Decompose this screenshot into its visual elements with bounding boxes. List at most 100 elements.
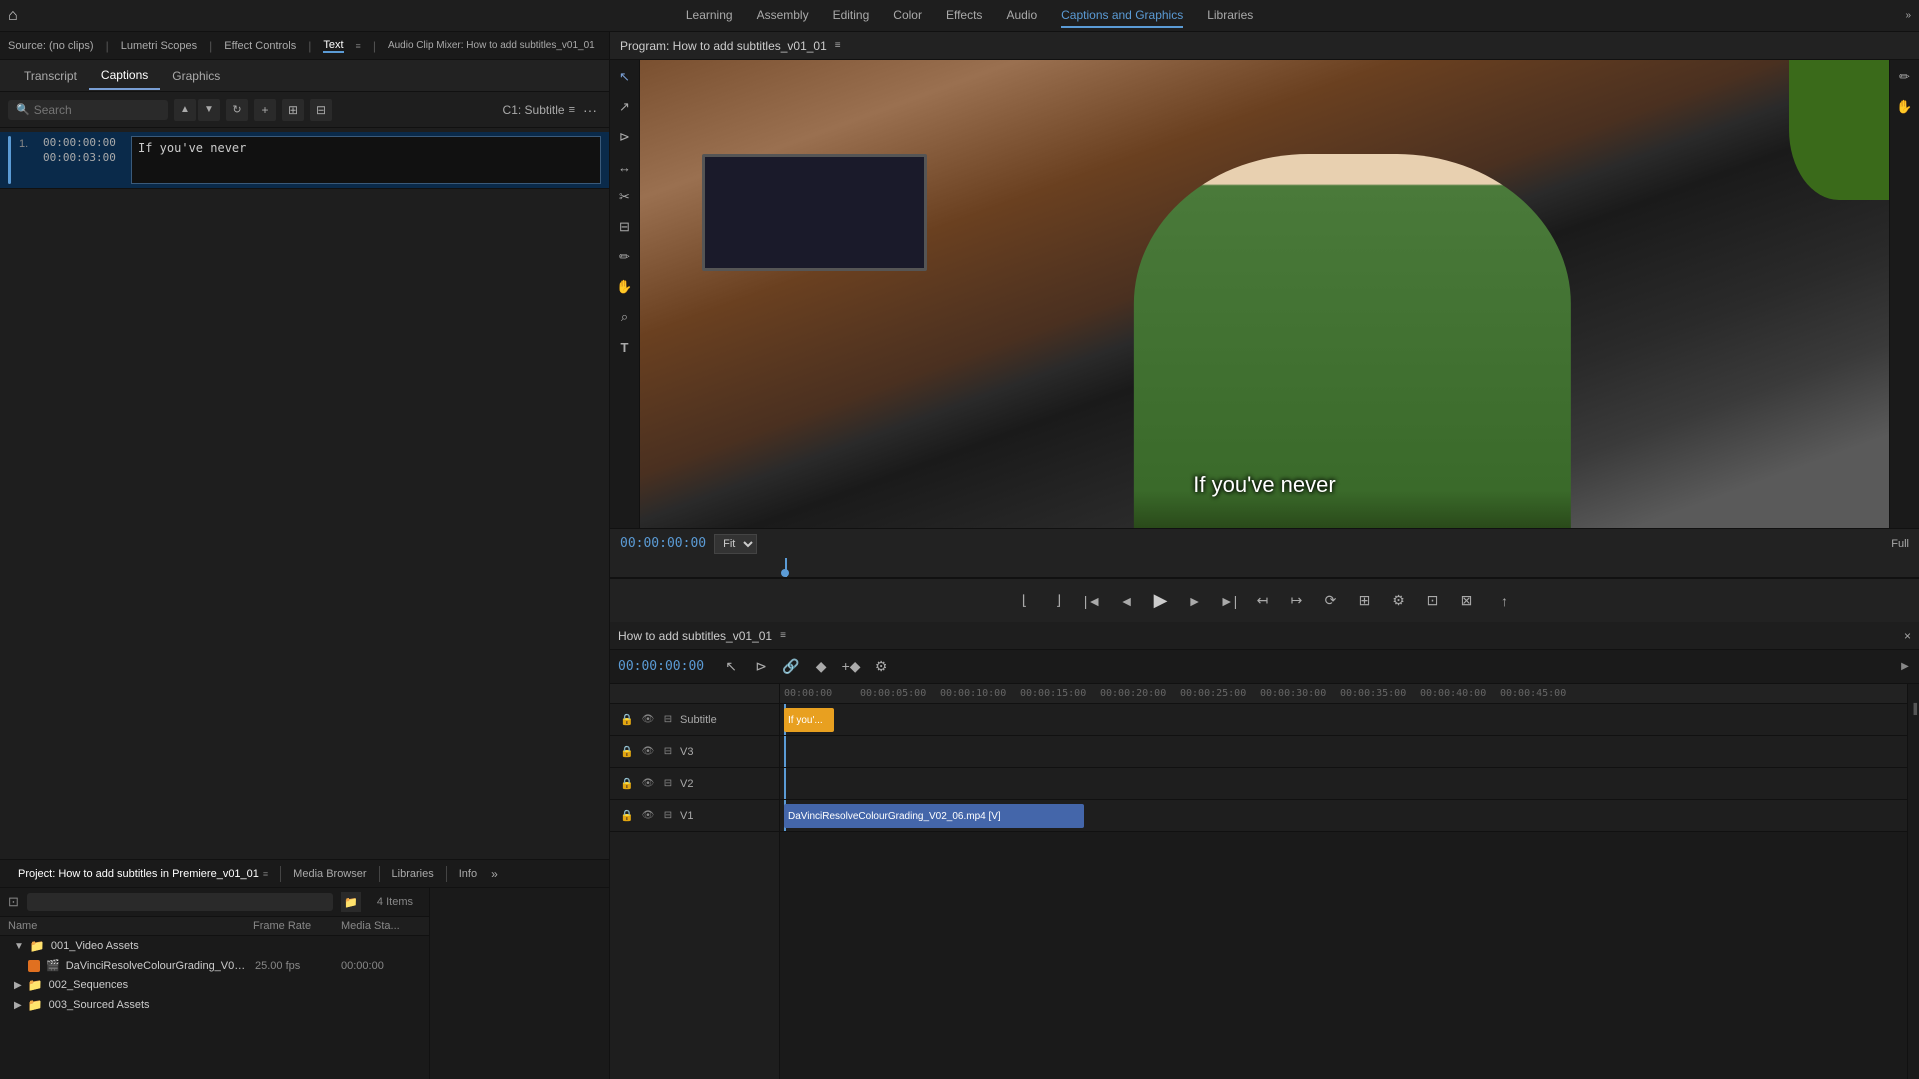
transport-loop[interactable]: ⟳: [1317, 587, 1345, 615]
source-tab-audio-mixer[interactable]: Audio Clip Mixer: How to add subtitles_v…: [388, 40, 595, 51]
track-lock-v3[interactable]: 🔒: [618, 743, 636, 761]
clip-subtitle-1[interactable]: If you'...: [784, 708, 834, 732]
tool-track-select[interactable]: ↗: [612, 94, 638, 120]
source-tab-lumetri[interactable]: Lumetri Scopes: [121, 40, 197, 52]
nav-editing[interactable]: Editing: [833, 4, 870, 28]
folder-001-video-assets[interactable]: ▼ 📁 001_Video Assets: [0, 936, 429, 956]
tl-btn-add-marker[interactable]: +◆: [838, 654, 864, 680]
transport-camera[interactable]: ⊡: [1419, 587, 1447, 615]
project-tab-info[interactable]: Info: [449, 864, 487, 884]
track-sync-v1[interactable]: ⊟: [660, 808, 676, 824]
tool-right-1[interactable]: ✏: [1892, 64, 1918, 90]
project-new-folder-button[interactable]: 📁: [341, 892, 361, 912]
transport-mark-in[interactable]: ⌊: [1011, 587, 1039, 615]
track-sync-v3[interactable]: ⊟: [660, 744, 676, 760]
tool-rate-stretch[interactable]: ↔: [612, 154, 638, 180]
ruler-tick-6: 00:00:30:00: [1260, 688, 1326, 699]
video-tools-left: ↖ ↗ ⊳ ↔ ✂ ⊟ ✏ ✋ ⌕ T: [610, 60, 640, 528]
project-tab-libraries[interactable]: Libraries: [382, 864, 444, 884]
tool-hand[interactable]: ✋: [612, 274, 638, 300]
tool-razor[interactable]: ✂: [612, 184, 638, 210]
folder-003-sourced-assets[interactable]: ▶ 📁 003_Sourced Assets: [0, 995, 429, 1015]
folder-icon: 📁: [30, 939, 45, 953]
track-vis-subtitle[interactable]: 👁: [640, 712, 656, 728]
search-next-button[interactable]: ▼: [198, 99, 220, 121]
folder-002-sequences[interactable]: ▶ 📁 002_Sequences: [0, 975, 429, 995]
nav-libraries[interactable]: Libraries: [1207, 4, 1253, 28]
timeline-right-scrollbar[interactable]: ▐: [1907, 684, 1919, 1079]
tab-captions[interactable]: Captions: [89, 62, 160, 90]
home-icon[interactable]: ⌂: [8, 7, 18, 25]
file-davinci-mp4[interactable]: 🎬 DaVinciResolveColourGrading_V02_06.mp4…: [0, 956, 429, 975]
transport-multi[interactable]: ⊠: [1453, 587, 1481, 615]
program-monitor-menu-icon[interactable]: ≡: [835, 40, 841, 51]
timeline-header-bar: How to add subtitles_v01_01 ≡ ×: [610, 622, 1919, 650]
project-tab-menu-icon[interactable]: ≡: [263, 869, 268, 879]
add-caption-button[interactable]: +: [254, 99, 276, 121]
caption-row-1[interactable]: 1. 00:00:00:00 00:00:03:00 If you've nev…: [0, 132, 609, 189]
timeline-menu-icon[interactable]: ≡: [780, 630, 786, 641]
nav-learning[interactable]: Learning: [686, 4, 733, 28]
tool-slip[interactable]: ⊟: [612, 214, 638, 240]
tool-zoom[interactable]: ⌕: [612, 304, 638, 330]
source-tab-effect-controls[interactable]: Effect Controls: [224, 40, 296, 52]
nav-captions-and-graphics[interactable]: Captions and Graphics: [1061, 4, 1183, 28]
track-sync-v2[interactable]: ⊟: [660, 776, 676, 792]
text-tab-menu-icon[interactable]: ≡: [356, 41, 361, 51]
project-search-input[interactable]: [27, 893, 333, 911]
transport-play-reverse[interactable]: ◄: [1113, 587, 1141, 615]
transport-mark-out[interactable]: ⌋: [1045, 587, 1073, 615]
fit-select[interactable]: Fit: [714, 534, 757, 554]
transport-step-forward[interactable]: ►|: [1215, 587, 1243, 615]
tool-selection[interactable]: ↖: [612, 64, 638, 90]
caption-settings-button[interactable]: ⊞: [282, 99, 304, 121]
tl-btn-marker[interactable]: ◆: [808, 654, 834, 680]
source-tab-text[interactable]: Text: [323, 39, 343, 53]
transport-goto-in[interactable]: ↤: [1249, 587, 1277, 615]
project-tab-media-browser[interactable]: Media Browser: [283, 864, 376, 884]
project-tab-project[interactable]: Project: How to add subtitles in Premier…: [8, 864, 278, 884]
tool-pen[interactable]: ✏: [612, 244, 638, 270]
transport-settings[interactable]: ⚙: [1385, 587, 1413, 615]
search-prev-button[interactable]: ▲: [174, 99, 196, 121]
tab-graphics[interactable]: Graphics: [160, 63, 232, 89]
track-lock-v1[interactable]: 🔒: [618, 807, 636, 825]
tl-btn-snap[interactable]: ⊳: [748, 654, 774, 680]
tool-right-2[interactable]: ✋: [1892, 94, 1918, 120]
track-vis-v2[interactable]: 👁: [640, 776, 656, 792]
nav-assembly[interactable]: Assembly: [757, 4, 809, 28]
track-sync-subtitle[interactable]: ⊟: [660, 712, 676, 728]
track-vis-v3[interactable]: 👁: [640, 744, 656, 760]
expand-workspaces-icon[interactable]: »: [1905, 10, 1911, 21]
clip-v1-davinci[interactable]: DaVinciResolveColourGrading_V02_06.mp4 […: [784, 804, 1084, 828]
tool-type[interactable]: T: [612, 334, 638, 360]
source-tab-source[interactable]: Source: (no clips): [8, 40, 94, 52]
transport-export[interactable]: ↑: [1491, 587, 1519, 615]
program-scrubber[interactable]: [610, 558, 1919, 578]
caption-merge-button[interactable]: ⊟: [310, 99, 332, 121]
tool-ripple-edit[interactable]: ⊳: [612, 124, 638, 150]
search-input[interactable]: [34, 103, 154, 117]
tab-transcript[interactable]: Transcript: [12, 63, 89, 89]
tl-btn-selection[interactable]: ↖: [718, 654, 744, 680]
track-vis-v1[interactable]: 👁: [640, 808, 656, 824]
transport-safe-margins[interactable]: ⊞: [1351, 587, 1379, 615]
track-lock-v2[interactable]: 🔒: [618, 775, 636, 793]
transport-goto-out[interactable]: ↦: [1283, 587, 1311, 615]
transport-play-forward[interactable]: ►: [1181, 587, 1209, 615]
timeline-close-button[interactable]: ×: [1904, 629, 1911, 643]
tl-btn-settings[interactable]: ⚙: [868, 654, 894, 680]
caption-text-input[interactable]: If you've never: [131, 136, 601, 184]
tl-btn-linked[interactable]: 🔗: [778, 654, 804, 680]
nav-audio[interactable]: Audio: [1006, 4, 1037, 28]
nav-color[interactable]: Color: [893, 4, 922, 28]
source-tab-divider-4: |: [373, 39, 376, 53]
transport-play-stop[interactable]: ▶: [1147, 587, 1175, 615]
project-tabs-expand-icon[interactable]: »: [487, 863, 502, 885]
nav-effects[interactable]: Effects: [946, 4, 982, 28]
track-lock-subtitle[interactable]: 🔒: [618, 711, 636, 729]
timeline-right-panel-toggle[interactable]: ▶: [1899, 661, 1911, 672]
search-refresh-button[interactable]: ↻: [226, 99, 248, 121]
transport-step-back[interactable]: |◄: [1079, 587, 1107, 615]
more-options-button[interactable]: ···: [579, 99, 601, 121]
